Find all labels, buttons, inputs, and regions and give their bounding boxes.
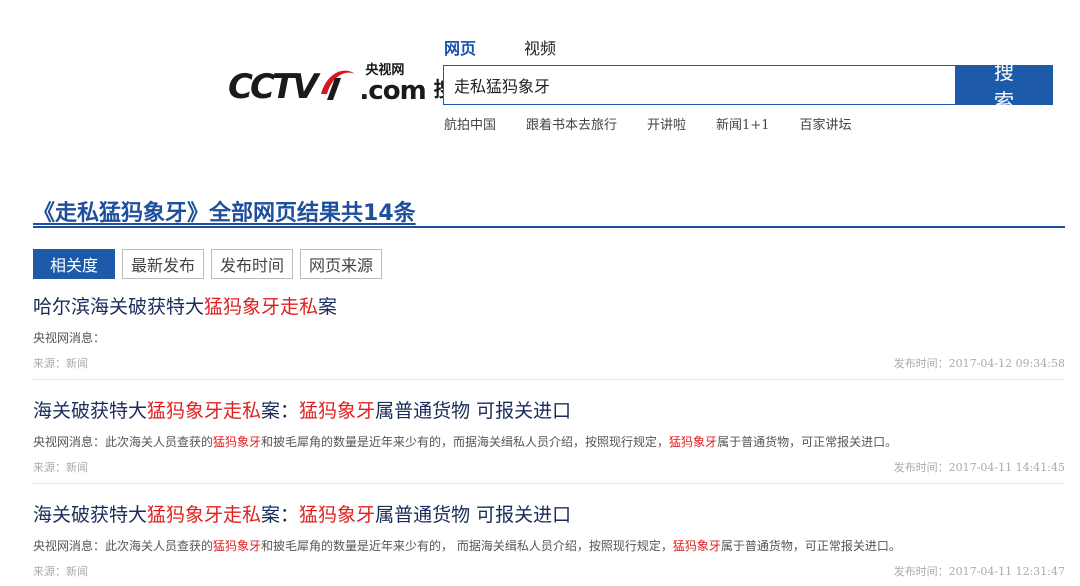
title-highlight: 猛犸象牙走私	[147, 400, 262, 422]
result-title-link[interactable]: 哈尔滨海关破获特大猛犸象牙走私案	[33, 292, 1065, 319]
result-meta: 来源：新闻 发布时间：2017-04-12 09:34:58	[33, 355, 1065, 371]
snippet-text: 和披毛犀角的数量是近年来少有的，而据海关缉私人员介绍，按照现行规定，	[261, 435, 670, 449]
snippet-text: 属于普通货物，可正常报关进口。	[720, 539, 901, 553]
title-highlight: 猛犸象牙	[299, 400, 376, 422]
title-text: 属普通货物 可报关进口	[375, 504, 572, 526]
snippet-text: 央视网消息：	[33, 331, 106, 345]
result-divider	[33, 483, 1065, 484]
result-snippet: 央视网消息：	[33, 329, 1065, 346]
result-meta: 来源：新闻 发布时间：2017-04-11 12:31:47	[33, 563, 1065, 579]
snippet-text: 和披毛犀角的数量是近年来少有的， 而据海关缉私人员介绍，按照现行规定，	[261, 539, 673, 553]
search-button[interactable]: 搜 索	[955, 62, 1053, 113]
title-text: 哈尔滨海关破获特大	[33, 296, 205, 318]
snippet-highlight: 猛犸象牙	[213, 435, 262, 449]
sort-latest-button[interactable]: 最新发布	[122, 249, 205, 279]
quick-link-travel-with-books[interactable]: 跟着书本去旅行	[526, 114, 617, 133]
snippet-text: 央视网消息：此次海关人员查获的	[33, 435, 214, 449]
logo-domain: .com	[359, 76, 426, 106]
title-text: 案：	[261, 504, 300, 526]
search-input[interactable]: 走私猛犸象牙	[443, 65, 955, 105]
snippet-highlight: 猛犸象牙	[672, 539, 721, 553]
quick-links: 航拍中国 跟着书本去旅行 开讲啦 新闻1+1 百家讲坛	[444, 114, 852, 133]
snippet-highlight: 猛犸象牙	[669, 435, 718, 449]
tab-web[interactable]: 网页	[444, 35, 476, 59]
result-divider	[33, 379, 1065, 380]
result-snippet: 央视网消息：此次海关人员查获的猛犸象牙和披毛犀角的数量是近年来少有的， 而据海关…	[33, 537, 1065, 554]
logo-swoosh-icon	[317, 64, 357, 104]
result-source: 来源：新闻	[33, 357, 88, 370]
quick-link-kaijiangla[interactable]: 开讲啦	[647, 114, 686, 133]
search-result: 海关破获特大猛犸象牙走私案：猛犸象牙属普通货物 可报关进口 央视网消息：此次海关…	[33, 500, 1065, 579]
quick-link-aerial-china[interactable]: 航拍中国	[444, 114, 496, 133]
title-highlight: 猛犸象牙	[299, 504, 376, 526]
result-title-link[interactable]: 海关破获特大猛犸象牙走私案：猛犸象牙属普通货物 可报关进口	[33, 500, 1065, 527]
search-type-tabs: 网页 视频	[444, 35, 556, 59]
search-result: 哈尔滨海关破获特大猛犸象牙走私案 央视网消息： 来源：新闻 发布时间：2017-…	[33, 292, 1065, 380]
snippet-highlight: 猛犸象牙	[213, 539, 262, 553]
sort-publish-time-button[interactable]: 发布时间	[211, 249, 294, 279]
quick-link-lecture-room[interactable]: 百家讲坛	[799, 114, 851, 133]
result-title-link[interactable]: 海关破获特大猛犸象牙走私案：猛犸象牙属普通货物 可报关进口	[33, 396, 1065, 423]
title-text: 案：	[261, 400, 300, 422]
snippet-text: 央视网消息：此次海关人员查获的	[33, 539, 214, 553]
logo-brand-text: CCTV	[228, 67, 318, 107]
result-snippet: 央视网消息：此次海关人员查获的猛犸象牙和披毛犀角的数量是近年来少有的，而据海关缉…	[33, 433, 1065, 450]
heading-divider	[33, 226, 1065, 228]
results-heading: 《走私猛犸象牙》全部网页结果共14条	[33, 195, 416, 227]
result-date: 发布时间：2017-04-12 09:34:58	[893, 357, 1065, 370]
snippet-text: 属于普通货物，可正常报关进口。	[717, 435, 898, 449]
results-heading-query: 《走私猛犸象牙》	[33, 201, 210, 226]
sort-source-button[interactable]: 网页来源	[300, 249, 383, 279]
results-heading-count: 全部网页结果共14条	[209, 201, 416, 226]
result-source: 来源：新闻	[33, 461, 88, 474]
result-meta: 来源：新闻 发布时间：2017-04-11 14:41:45	[33, 459, 1065, 475]
title-text: 海关破获特大	[33, 504, 148, 526]
result-source: 来源：新闻	[33, 565, 88, 578]
result-date: 发布时间：2017-04-11 12:31:47	[893, 565, 1065, 578]
sort-relevance-button[interactable]: 相关度	[33, 249, 116, 279]
title-text: 海关破获特大	[33, 400, 148, 422]
title-highlight: 猛犸象牙走私	[204, 296, 319, 318]
result-date: 发布时间：2017-04-11 14:41:45	[893, 461, 1065, 474]
sort-bar: 相关度 最新发布 发布时间 网页来源	[33, 249, 383, 279]
search-result: 海关破获特大猛犸象牙走私案：猛犸象牙属普通货物 可报关进口 央视网消息：此次海关…	[33, 396, 1065, 484]
title-text: 案	[318, 296, 338, 318]
title-text: 属普通货物 可报关进口	[375, 400, 572, 422]
quick-link-news-1-plus-1[interactable]: 新闻1+1	[716, 114, 769, 133]
cctv-logo[interactable]: CCTV 央视网 .com 搜索	[228, 52, 474, 104]
tab-video[interactable]: 视频	[524, 35, 556, 59]
title-highlight: 猛犸象牙走私	[147, 504, 262, 526]
